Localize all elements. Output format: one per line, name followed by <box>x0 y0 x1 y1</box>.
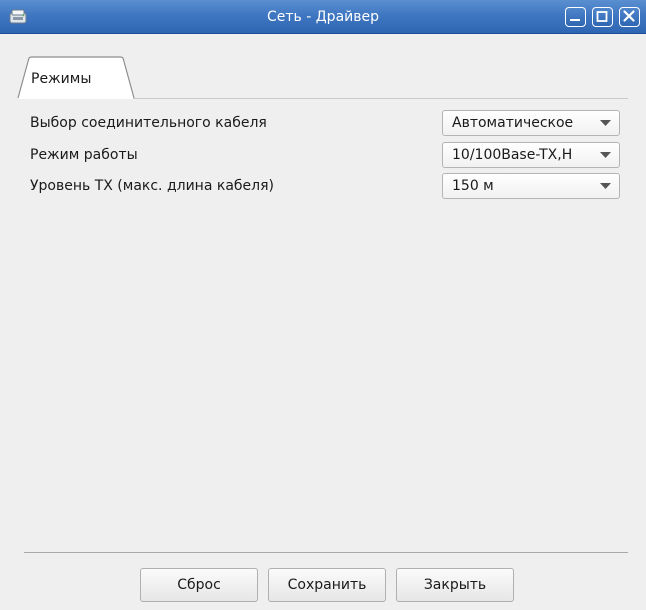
chevron-down-icon <box>600 120 611 126</box>
tab-label[interactable]: Режимы <box>31 69 91 89</box>
setting-label: Режим работы <box>30 147 138 163</box>
setting-row-cable: Выбор соединительного кабеля Автоматичес… <box>30 109 620 137</box>
cable-select[interactable]: Автоматическое <box>442 110 620 136</box>
setting-row-mode: Режим работы 10/100Base-TX,H <box>30 141 620 169</box>
maximize-button[interactable] <box>592 7 613 27</box>
chevron-down-icon <box>600 152 611 158</box>
chevron-down-icon <box>600 183 611 189</box>
close-button[interactable]: Закрыть <box>396 568 514 602</box>
setting-row-tx-level: Уровень TX (макс. длина кабеля) 150 м <box>30 172 620 200</box>
select-value: 150 м <box>452 178 494 194</box>
mode-select[interactable]: 10/100Base-TX,H <box>442 142 620 168</box>
tx-level-select[interactable]: 150 м <box>442 173 620 199</box>
window-title: Сеть - Драйвер <box>267 9 379 25</box>
save-button[interactable]: Сохранить <box>268 568 386 602</box>
maximize-icon <box>596 11 608 22</box>
footer-separator <box>24 552 628 553</box>
setting-label: Уровень TX (макс. длина кабеля) <box>30 178 274 194</box>
setting-label: Выбор соединительного кабеля <box>30 115 267 131</box>
driver-window: Сеть - Драйвер Режимы Выбор соединительн… <box>0 0 646 610</box>
minimize-icon <box>570 19 580 21</box>
close-window-button[interactable] <box>619 7 640 27</box>
reset-button[interactable]: Сброс <box>140 568 258 602</box>
select-value: Автоматическое <box>452 115 574 131</box>
close-icon <box>623 10 635 22</box>
minimize-button[interactable] <box>565 7 586 27</box>
tab-bar-line <box>130 98 628 99</box>
title-bar[interactable]: Сеть - Драйвер <box>0 0 646 34</box>
select-value: 10/100Base-TX,H <box>452 147 573 163</box>
